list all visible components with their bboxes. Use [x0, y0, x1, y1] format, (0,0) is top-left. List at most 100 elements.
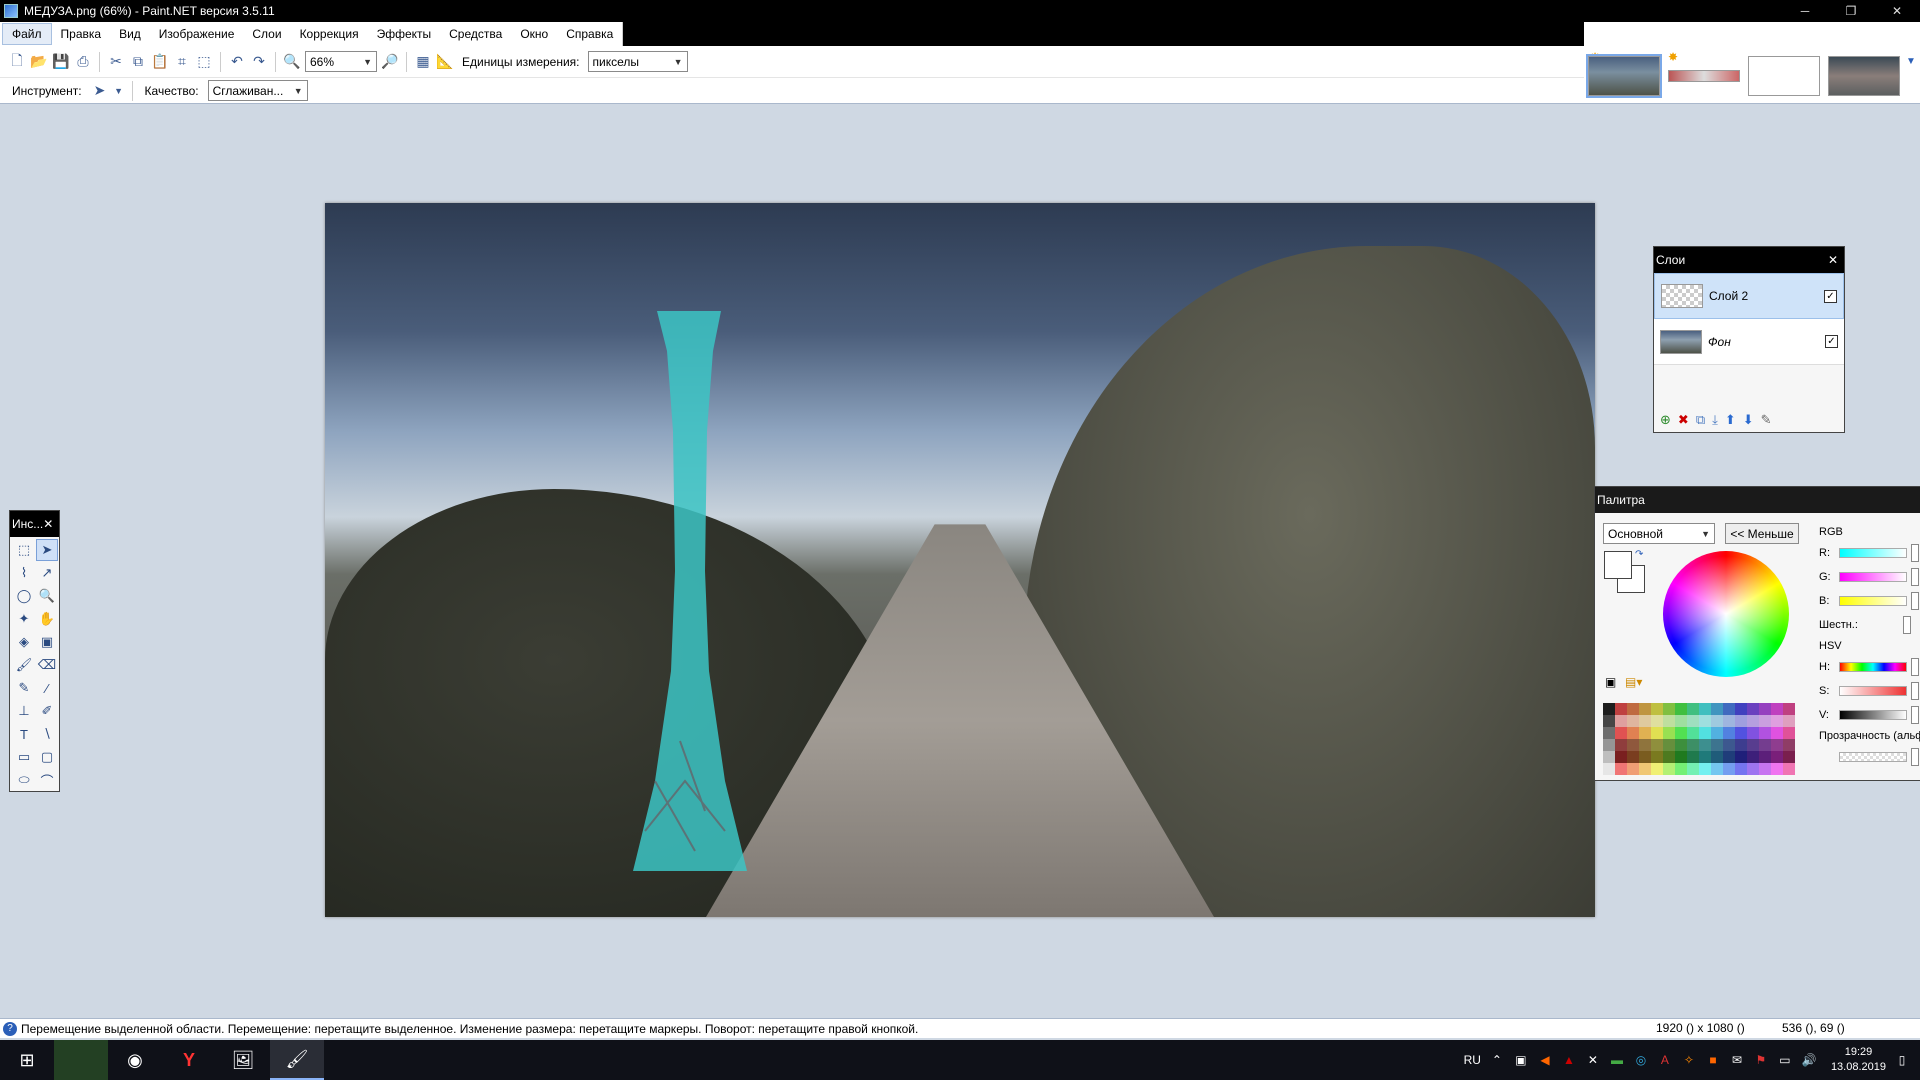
color-swatch[interactable] — [1783, 751, 1795, 763]
menu-layers[interactable]: Слои — [243, 22, 290, 46]
color-swatch[interactable] — [1639, 703, 1651, 715]
open-file-icon[interactable]: 📂 — [30, 53, 48, 71]
menu-window[interactable]: Окно — [511, 22, 557, 46]
windows-start-icon[interactable]: ⊞ — [0, 1040, 54, 1080]
color-swatch[interactable] — [1759, 715, 1771, 727]
menu-utilities[interactable]: Средства — [440, 22, 511, 46]
tray-app-icon[interactable]: ■ — [1705, 1052, 1721, 1068]
notifications-icon[interactable]: ▯ — [1894, 1052, 1910, 1068]
color-swatch[interactable] — [1699, 763, 1711, 775]
color-swatch[interactable] — [1663, 715, 1675, 727]
color-swatch[interactable] — [1711, 739, 1723, 751]
freeform-shape-tool-icon[interactable]: ⌒ — [36, 769, 58, 791]
color-swatch[interactable] — [1687, 715, 1699, 727]
ellipse-tool-icon[interactable]: ⬭ — [13, 769, 35, 791]
line-curve-tool-icon[interactable]: ∖ — [36, 723, 58, 745]
color-swatch[interactable] — [1783, 703, 1795, 715]
layer-visibility-checkbox[interactable]: ✓ — [1824, 289, 1837, 303]
color-swatch[interactable] — [1723, 739, 1735, 751]
green-slider[interactable] — [1839, 572, 1907, 582]
value-slider[interactable] — [1839, 710, 1907, 720]
minimize-icon[interactable]: ─ — [1782, 0, 1828, 22]
menu-image[interactable]: Изображение — [150, 22, 244, 46]
language-indicator[interactable]: RU — [1464, 1053, 1481, 1067]
color-swatch[interactable] — [1687, 739, 1699, 751]
color-swatch[interactable] — [1627, 751, 1639, 763]
color-swatch[interactable] — [1747, 727, 1759, 739]
color-swatch[interactable] — [1699, 751, 1711, 763]
menu-view[interactable]: Вид — [110, 22, 150, 46]
color-swatch[interactable] — [1651, 739, 1663, 751]
color-swatch[interactable] — [1615, 715, 1627, 727]
color-swatch[interactable] — [1723, 763, 1735, 775]
taskbar-app-thumbnail[interactable] — [54, 1040, 108, 1080]
menu-help[interactable]: Справка — [557, 22, 622, 46]
duplicate-layer-icon[interactable]: ⧉ — [1696, 412, 1705, 428]
paste-icon[interactable]: 📋 — [151, 53, 169, 71]
color-swatch[interactable] — [1735, 703, 1747, 715]
lasso-select-tool-icon[interactable]: ⌇ — [13, 562, 35, 584]
color-swatch[interactable] — [1603, 727, 1615, 739]
color-swatch[interactable] — [1675, 751, 1687, 763]
menu-edit[interactable]: Правка — [52, 22, 111, 46]
color-swatch[interactable] — [1639, 763, 1651, 775]
ruler-icon[interactable]: 📐 — [436, 53, 454, 71]
tray-app-icon[interactable]: ✉ — [1729, 1052, 1745, 1068]
clock[interactable]: 19:29 13.08.2019 — [1831, 1045, 1886, 1075]
color-swatch[interactable] — [1699, 727, 1711, 739]
color-swatch[interactable] — [1603, 751, 1615, 763]
color-swatch[interactable] — [1699, 739, 1711, 751]
alpha-spinner[interactable] — [1911, 748, 1919, 766]
color-swatch[interactable] — [1651, 763, 1663, 775]
color-swatch[interactable] — [1663, 739, 1675, 751]
color-swatch[interactable] — [1711, 751, 1723, 763]
color-swatch[interactable] — [1759, 739, 1771, 751]
tray-app-icon[interactable]: ◎ — [1633, 1052, 1649, 1068]
rectangle-tool-icon[interactable]: ▭ — [13, 746, 35, 768]
color-swatch[interactable] — [1651, 715, 1663, 727]
color-swatch[interactable] — [1687, 751, 1699, 763]
paint-bucket-tool-icon[interactable]: ◈ — [13, 631, 35, 653]
color-swatch[interactable] — [1627, 739, 1639, 751]
add-color-icon[interactable]: ▣ — [1605, 675, 1616, 689]
color-swatch[interactable] — [1735, 763, 1747, 775]
move-layer-up-icon[interactable]: ⬆ — [1725, 412, 1736, 428]
color-swatch[interactable] — [1615, 727, 1627, 739]
close-icon[interactable]: ✕ — [1828, 253, 1838, 267]
move-layer-down-icon[interactable]: ⬇ — [1743, 412, 1754, 428]
tray-app-icon[interactable]: ◀ — [1537, 1052, 1553, 1068]
image-tab-medusa[interactable] — [1586, 54, 1662, 98]
color-swatch[interactable] — [1615, 703, 1627, 715]
blue-spinner[interactable] — [1911, 592, 1919, 610]
color-swatch[interactable] — [1603, 739, 1615, 751]
color-swatch[interactable] — [1675, 739, 1687, 751]
undo-icon[interactable]: ↶ — [228, 53, 246, 71]
zoom-out-icon[interactable]: 🔍 — [283, 53, 301, 71]
blue-slider[interactable] — [1839, 596, 1907, 606]
color-swatch[interactable] — [1735, 751, 1747, 763]
color-swatch[interactable] — [1615, 763, 1627, 775]
color-picker-tool-icon[interactable]: ⁄ — [36, 677, 58, 699]
volume-icon[interactable]: 🔊 — [1801, 1052, 1817, 1068]
hex-input[interactable] — [1903, 616, 1911, 634]
add-layer-icon[interactable]: ⊕ — [1660, 412, 1671, 428]
show-hidden-icons-chevron-icon[interactable]: ⌃ — [1489, 1052, 1505, 1068]
color-swatch[interactable] — [1639, 727, 1651, 739]
color-swatch[interactable] — [1603, 715, 1615, 727]
color-swatch[interactable] — [1747, 715, 1759, 727]
color-swatch[interactable] — [1735, 727, 1747, 739]
primary-color-swatch[interactable] — [1604, 551, 1632, 579]
tray-app-icon[interactable]: ⚑ — [1753, 1052, 1769, 1068]
layer-row[interactable]: Фон ✓ — [1654, 319, 1844, 365]
color-swatch[interactable] — [1675, 727, 1687, 739]
green-spinner[interactable] — [1911, 568, 1919, 586]
red-slider[interactable] — [1839, 548, 1907, 558]
text-tool-icon[interactable]: T — [13, 723, 35, 745]
menu-adjustments[interactable]: Коррекция — [291, 22, 368, 46]
color-swatch[interactable] — [1747, 763, 1759, 775]
color-swatch[interactable] — [1687, 727, 1699, 739]
color-swatch[interactable] — [1651, 751, 1663, 763]
color-swatch[interactable] — [1711, 727, 1723, 739]
magic-wand-tool-icon[interactable]: ✦ — [13, 608, 35, 630]
redo-icon[interactable]: ↷ — [250, 53, 268, 71]
